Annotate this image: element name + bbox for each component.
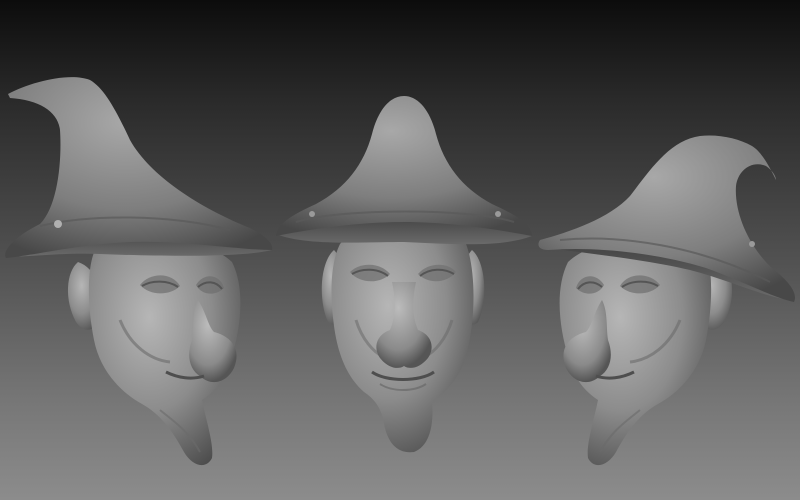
hat bbox=[5, 77, 273, 258]
witch-head-right-view bbox=[538, 135, 796, 466]
sculpt-render bbox=[5, 77, 796, 466]
hat-stud bbox=[54, 220, 62, 228]
hat-stud bbox=[309, 211, 315, 217]
render-viewport bbox=[0, 0, 800, 500]
hat-stud bbox=[495, 211, 501, 217]
witch-head-left-view bbox=[5, 77, 273, 466]
hat-stud bbox=[749, 241, 755, 247]
witch-head-front-view bbox=[276, 96, 532, 453]
